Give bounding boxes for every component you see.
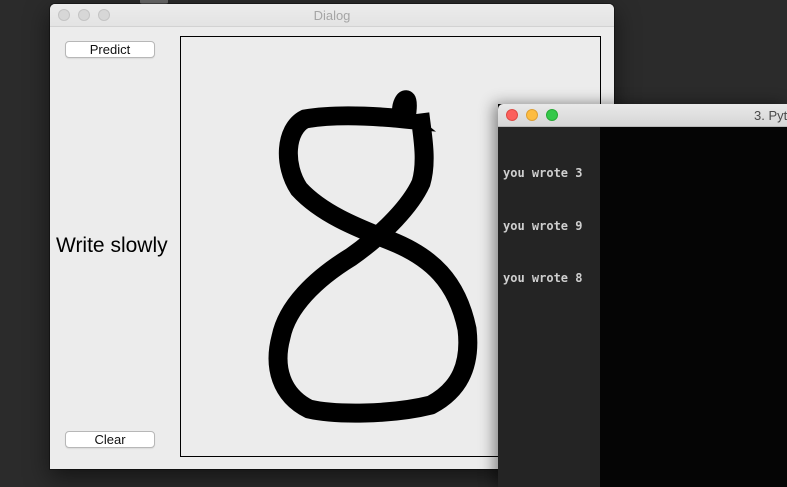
output-line: you wrote 9 [503,218,583,233]
output-line: you wrote 3 [503,166,583,180]
dialog-titlebar[interactable]: Dialog [50,4,614,27]
clear-button[interactable]: Clear [65,431,155,448]
terminal-window: 3. Pyt you wrote 3 you wrote 9 you wrote… [498,104,787,487]
zoom-button[interactable] [546,109,558,121]
terminal-output: you wrote 3 you wrote 9 you wrote 8 [503,130,582,323]
terminal-title: 3. Pyt [754,108,787,123]
close-button[interactable] [506,109,518,121]
hint-label: Write slowly [56,234,168,257]
output-line: you wrote 8 [503,271,583,285]
predict-button[interactable]: Predict [65,41,155,58]
terminal-titlebar[interactable]: 3. Pyt [498,104,787,127]
dialog-title: Dialog [313,8,351,23]
minimize-button[interactable] [526,109,538,121]
